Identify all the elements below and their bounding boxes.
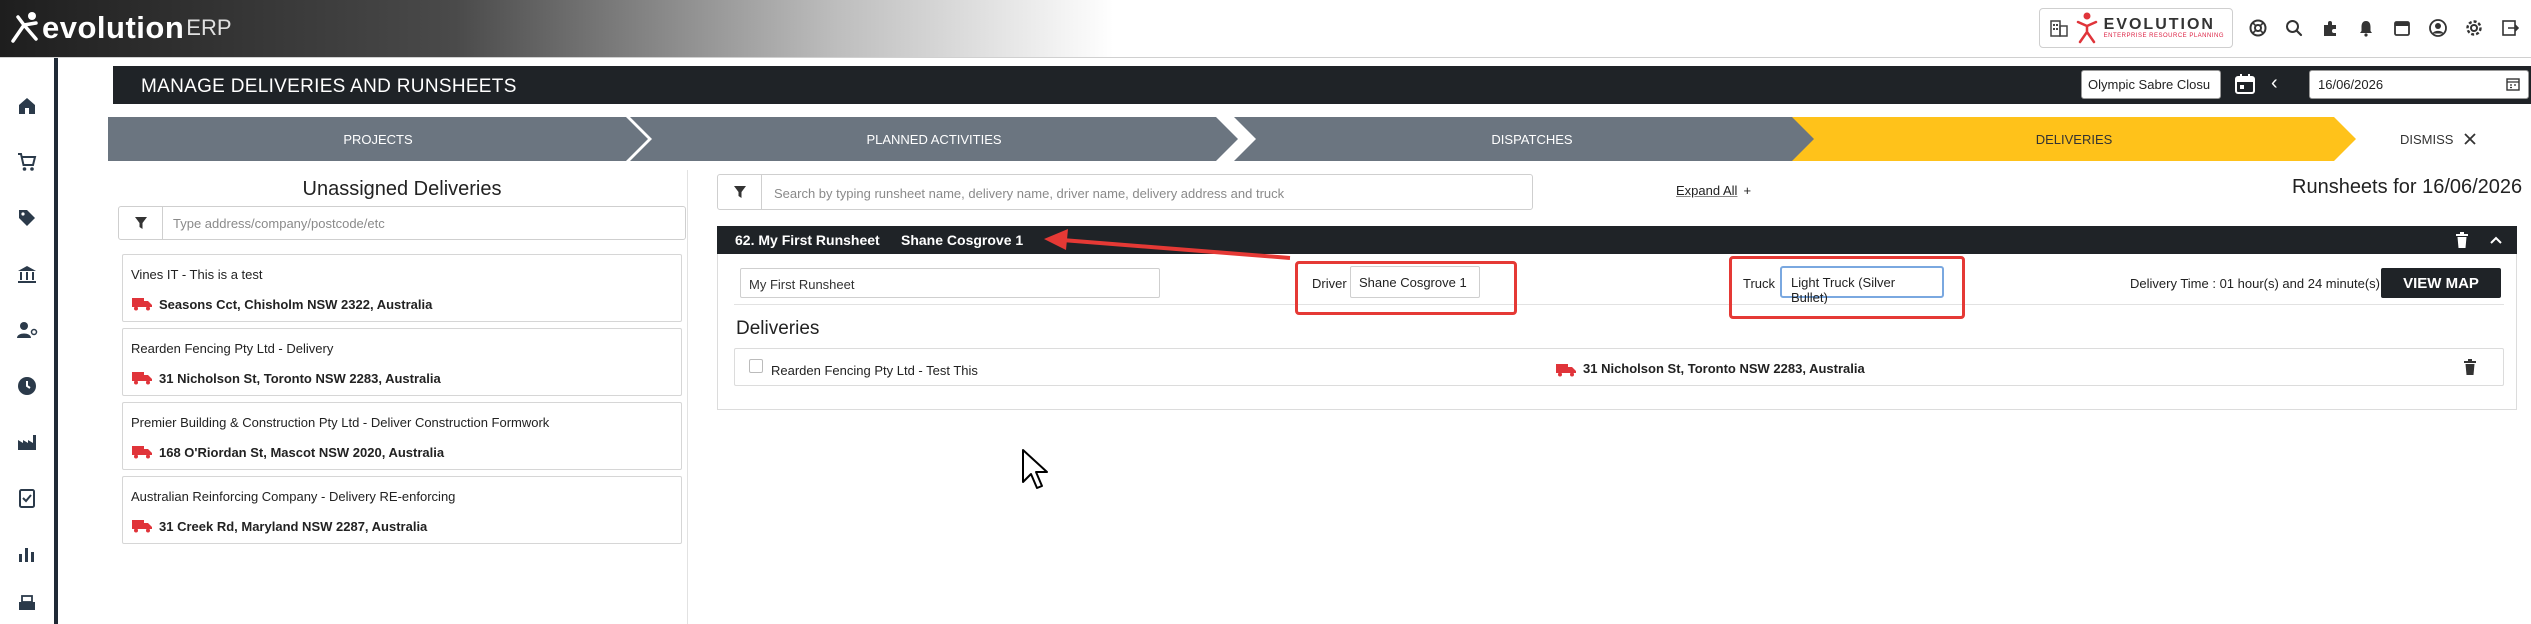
- unassigned-delivery-card[interactable]: Vines IT - This is a test Seasons Cct, C…: [122, 254, 682, 322]
- unassigned-delivery-card[interactable]: Australian Reinforcing Company - Deliver…: [122, 476, 682, 544]
- delivery-checkbox[interactable]: [749, 359, 763, 373]
- unassigned-panel: Unassigned Deliveries Type address/compa…: [116, 170, 688, 624]
- delivery-time: Delivery Time : 01 hour(s) and 24 minute…: [2130, 276, 2380, 291]
- truck-icon: [1556, 364, 1576, 377]
- step-label: DISPATCHES: [1491, 131, 1573, 147]
- date-value: 16/06/2026: [2318, 77, 2384, 92]
- top-app-bar: evolution ERP EVOLUTION ENTERPRISE RESOU…: [0, 0, 2531, 58]
- runsheet-name-input[interactable]: My First Runsheet: [740, 268, 1160, 298]
- unassigned-delivery-card[interactable]: Premier Building & Construction Pty Ltd …: [122, 402, 682, 470]
- search-icon[interactable]: [2283, 17, 2305, 39]
- step-label: DELIVERIES: [2035, 131, 2113, 147]
- logo-sub-text: ENTERPRISE RESOURCE PLANNING: [2103, 33, 2224, 39]
- runsheet-header-driver: Shane Cosgrove 1: [901, 232, 1024, 248]
- prev-date-button[interactable]: ‹: [2271, 72, 2278, 95]
- step-label: PLANNED ACTIVITIES: [866, 131, 1002, 147]
- runsheet-search[interactable]: Search by typing runsheet name, delivery…: [717, 174, 1533, 210]
- delivery-name: Rearden Fencing Pty Ltd - Test This: [771, 363, 978, 378]
- workflow-stepper: PROJECTS PLANNED ACTIVITIES DISPATCHES D…: [108, 117, 2531, 161]
- nav-print-icon[interactable]: [0, 584, 54, 624]
- nav-people-settings-icon[interactable]: [0, 310, 54, 350]
- brand-suffix: ERP: [186, 15, 232, 40]
- collapse-chevron-icon[interactable]: [2489, 234, 2503, 246]
- nav-tag-icon[interactable]: [0, 198, 54, 238]
- unassigned-search-input[interactable]: Type address/company/postcode/etc: [173, 216, 385, 231]
- calendar-icon[interactable]: [2391, 17, 2413, 39]
- truck-icon: [132, 372, 152, 385]
- step-dispatches[interactable]: DISPATCHES: [1234, 117, 1830, 161]
- runsheets-title: Runsheets for 16/06/2026: [2292, 176, 2523, 198]
- runsheet-header-bar[interactable]: 62. My First Runsheet Shane Cosgrove 1: [717, 226, 2517, 254]
- nav-clipboard-check-icon[interactable]: [0, 478, 54, 518]
- extensions-icon[interactable]: [2319, 17, 2341, 39]
- runsheet-header-name: 62. My First Runsheet: [735, 232, 880, 248]
- annotation-truck-highlight: [1729, 256, 1965, 319]
- company-logo-box[interactable]: EVOLUTION ENTERPRISE RESOURCE PLANNING: [2038, 8, 2233, 48]
- logout-icon[interactable]: [2499, 17, 2521, 39]
- divider: [734, 304, 2504, 305]
- unassigned-delivery-card[interactable]: Rearden Fencing Pty Ltd - Delivery 31 Ni…: [122, 328, 682, 396]
- delivery-name: Premier Building & Construction Pty Ltd …: [131, 415, 550, 430]
- step-projects[interactable]: PROJECTS: [108, 117, 648, 161]
- expand-all-button[interactable]: Expand All +: [1676, 183, 1751, 198]
- brand-word: evolution: [42, 10, 185, 45]
- left-nav: [0, 58, 58, 624]
- truck-icon: [132, 298, 152, 311]
- nav-factory-icon[interactable]: [0, 422, 54, 462]
- top-right-tools: EVOLUTION ENTERPRISE RESOURCE PLANNING: [2038, 8, 2521, 48]
- page-header: MANAGE DELIVERIES AND RUNSHEETS Olympic …: [113, 66, 2531, 104]
- project-select[interactable]: Olympic Sabre Closu: [2081, 70, 2221, 99]
- delete-runsheet-icon[interactable]: [2455, 232, 2469, 248]
- delivery-name: Rearden Fencing Pty Ltd - Delivery: [131, 341, 334, 356]
- nav-cart-icon[interactable]: [0, 142, 54, 182]
- runsheet-search-input[interactable]: Search by typing runsheet name, delivery…: [774, 186, 1284, 201]
- evolution-figure-icon: [11, 12, 38, 43]
- step-label: PROJECTS: [343, 131, 413, 147]
- deliveries-heading: Deliveries: [736, 318, 820, 339]
- building-icon[interactable]: [2048, 17, 2070, 39]
- settings-icon[interactable]: [2463, 17, 2485, 39]
- truck-icon: [132, 446, 152, 459]
- plus-icon: +: [1743, 183, 1752, 198]
- brand-logo[interactable]: evolution ERP: [10, 8, 232, 48]
- dismiss-label: DISMISS: [2400, 131, 2454, 147]
- view-map-button[interactable]: VIEW MAP: [2381, 268, 2501, 298]
- unassigned-title: Unassigned Deliveries: [302, 178, 502, 200]
- delivery-name: Vines IT - This is a test: [131, 267, 263, 282]
- delete-delivery-icon[interactable]: [2463, 359, 2477, 375]
- expand-all-label: Expand All: [1676, 183, 1738, 198]
- delivery-address: Seasons Cct, Chisholm NSW 2322, Australi…: [159, 297, 433, 312]
- runsheet-delivery-row[interactable]: Rearden Fencing Pty Ltd - Test This 31 N…: [734, 348, 2504, 386]
- logo-main-text: EVOLUTION: [2103, 16, 2215, 33]
- date-calendar-icon[interactable]: [2506, 77, 2520, 91]
- runsheet-body: My First Runsheet Driver Shane Cosgrove …: [717, 254, 2517, 410]
- step-deliveries[interactable]: DELIVERIES: [1792, 117, 2356, 161]
- truck-icon: [132, 520, 152, 533]
- dismiss-button[interactable]: DISMISS: [2360, 117, 2531, 161]
- date-input[interactable]: 16/06/2026: [2309, 70, 2529, 99]
- nav-bank-icon[interactable]: [0, 254, 54, 294]
- page-title: MANAGE DELIVERIES AND RUNSHEETS: [141, 76, 517, 97]
- account-icon[interactable]: [2427, 17, 2449, 39]
- nav-home-icon[interactable]: [0, 86, 54, 126]
- delivery-address: 31 Nicholson St, Toronto NSW 2283, Austr…: [1583, 361, 1865, 376]
- mouse-cursor-icon: [1022, 449, 1048, 489]
- close-icon: [2464, 133, 2477, 145]
- notifications-icon[interactable]: [2355, 17, 2377, 39]
- evolution-logo-figure-icon: [2076, 12, 2097, 44]
- delivery-address: 31 Creek Rd, Maryland NSW 2287, Australi…: [159, 519, 428, 534]
- delivery-address: 168 O'Riordan St, Mascot NSW 2020, Austr…: [159, 445, 445, 460]
- step-planned-activities[interactable]: PLANNED ACTIVITIES: [630, 117, 1238, 161]
- filter-icon[interactable]: [718, 175, 762, 209]
- delivery-name: Australian Reinforcing Company - Deliver…: [131, 489, 456, 504]
- filter-icon[interactable]: [119, 207, 163, 239]
- nav-bar-chart-icon[interactable]: [0, 534, 54, 574]
- unassigned-search[interactable]: Type address/company/postcode/etc: [118, 206, 686, 240]
- nav-clock-icon[interactable]: [0, 366, 54, 406]
- help-icon[interactable]: [2247, 17, 2269, 39]
- annotation-driver-highlight: [1295, 261, 1517, 315]
- calendar-picker-icon[interactable]: [2233, 72, 2259, 98]
- delivery-address: 31 Nicholson St, Toronto NSW 2283, Austr…: [159, 371, 441, 386]
